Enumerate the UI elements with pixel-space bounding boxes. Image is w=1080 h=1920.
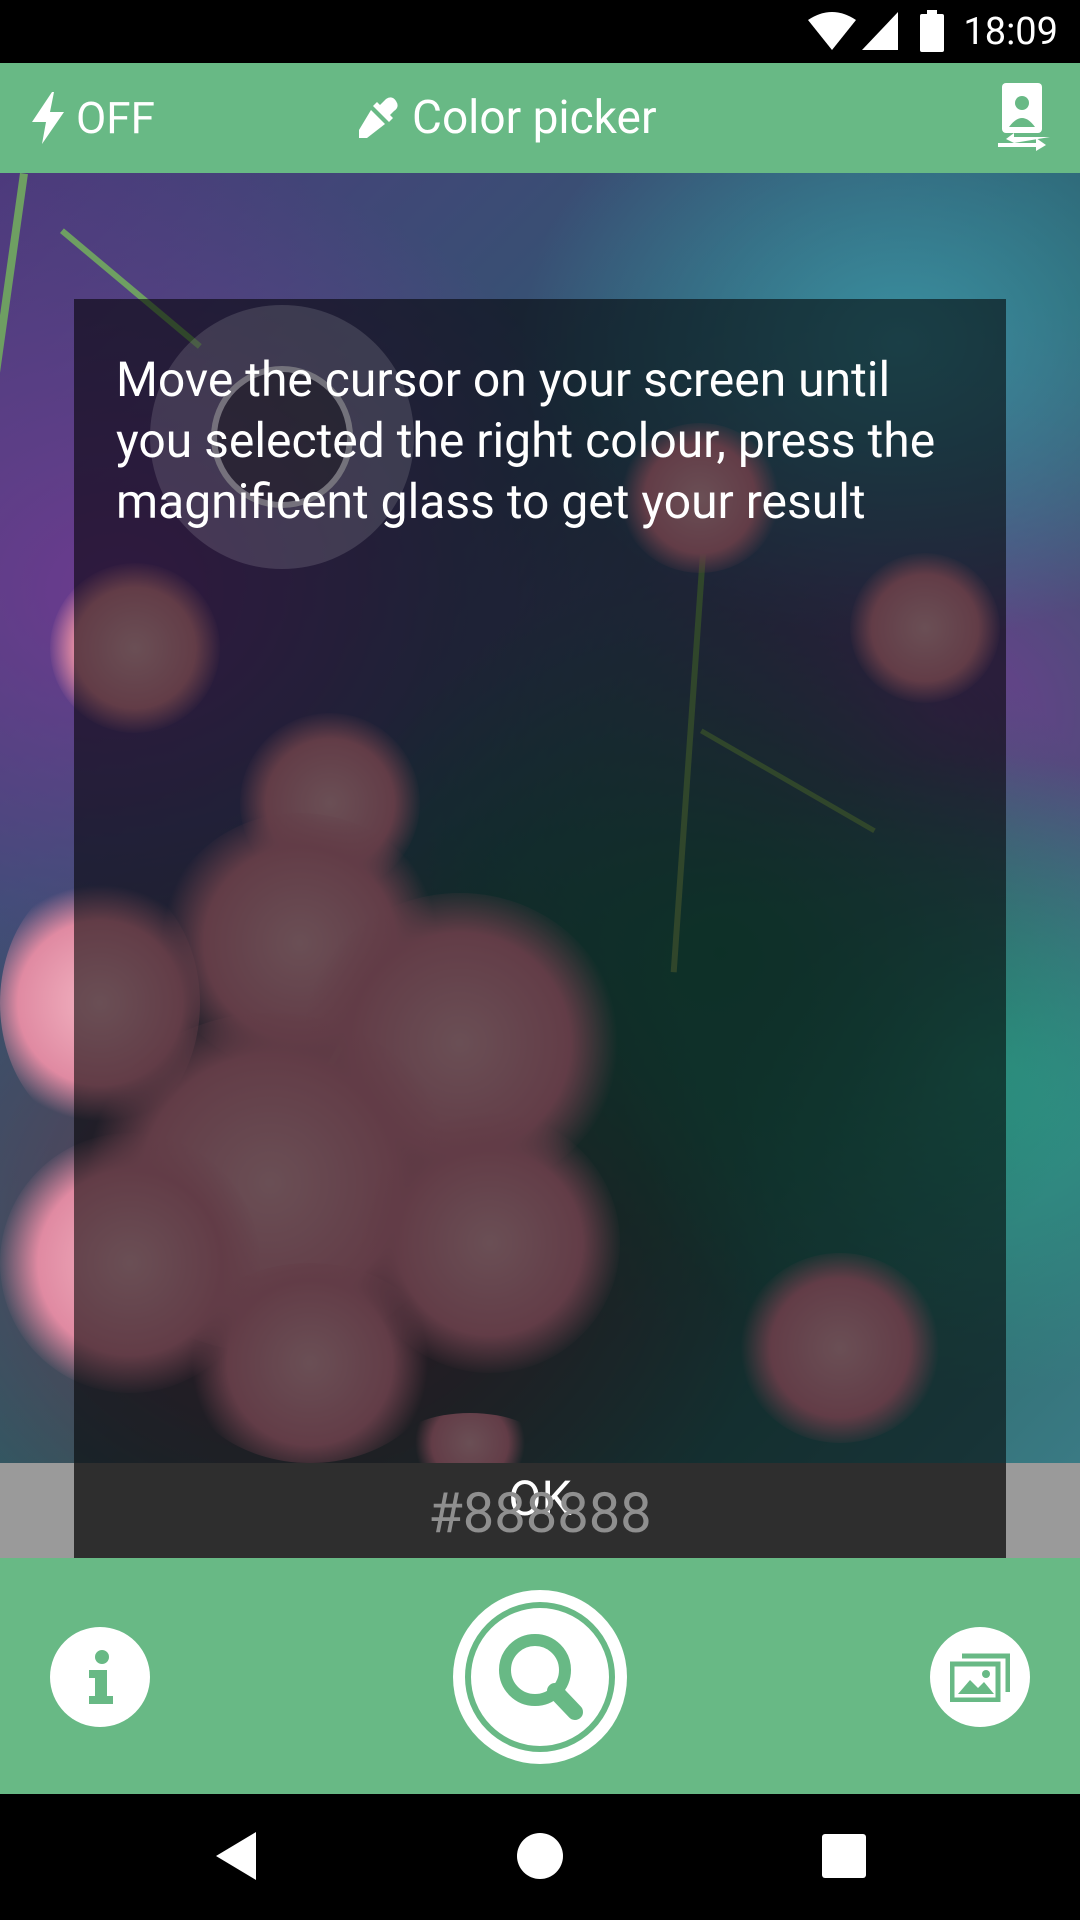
preview-branch <box>0 173 28 472</box>
tutorial-overlay: Move the cursor on your screen until you… <box>74 299 1006 1558</box>
battery-icon <box>920 10 944 52</box>
lightning-bolt-icon <box>32 92 64 144</box>
recents-icon[interactable] <box>822 1834 866 1878</box>
cell-signal-icon <box>862 12 898 50</box>
hex-value: #888888 <box>428 1480 652 1546</box>
search-button[interactable] <box>453 1590 627 1764</box>
flash-label: OFF <box>76 92 155 144</box>
wifi-icon <box>808 12 856 50</box>
eyedropper-icon <box>359 97 398 138</box>
bottom-action-bar <box>0 1558 1080 1794</box>
tutorial-message: Move the cursor on your screen until you… <box>116 351 936 530</box>
system-nav-bar <box>0 1794 1080 1920</box>
color-picker-title: Color picker <box>356 90 657 146</box>
back-icon[interactable] <box>216 1832 258 1880</box>
gallery-button[interactable] <box>930 1627 1030 1727</box>
color-picker-screen: 18:09 OFF Color picker #888888 Move the … <box>0 0 1080 1920</box>
switch-camera-icon[interactable] <box>996 83 1052 151</box>
gallery-icon <box>950 1653 1010 1702</box>
toolbar-title: Color picker <box>412 91 657 145</box>
info-icon <box>89 1650 113 1704</box>
status-bar: 18:09 <box>0 0 1080 63</box>
flash-toggle-button[interactable]: OFF <box>30 90 155 146</box>
home-icon[interactable] <box>516 1832 564 1880</box>
magnifier-icon <box>465 1602 615 1752</box>
info-button[interactable] <box>50 1627 150 1727</box>
top-toolbar: OFF Color picker <box>0 63 1080 173</box>
status-time: 18:09 <box>963 10 1058 54</box>
